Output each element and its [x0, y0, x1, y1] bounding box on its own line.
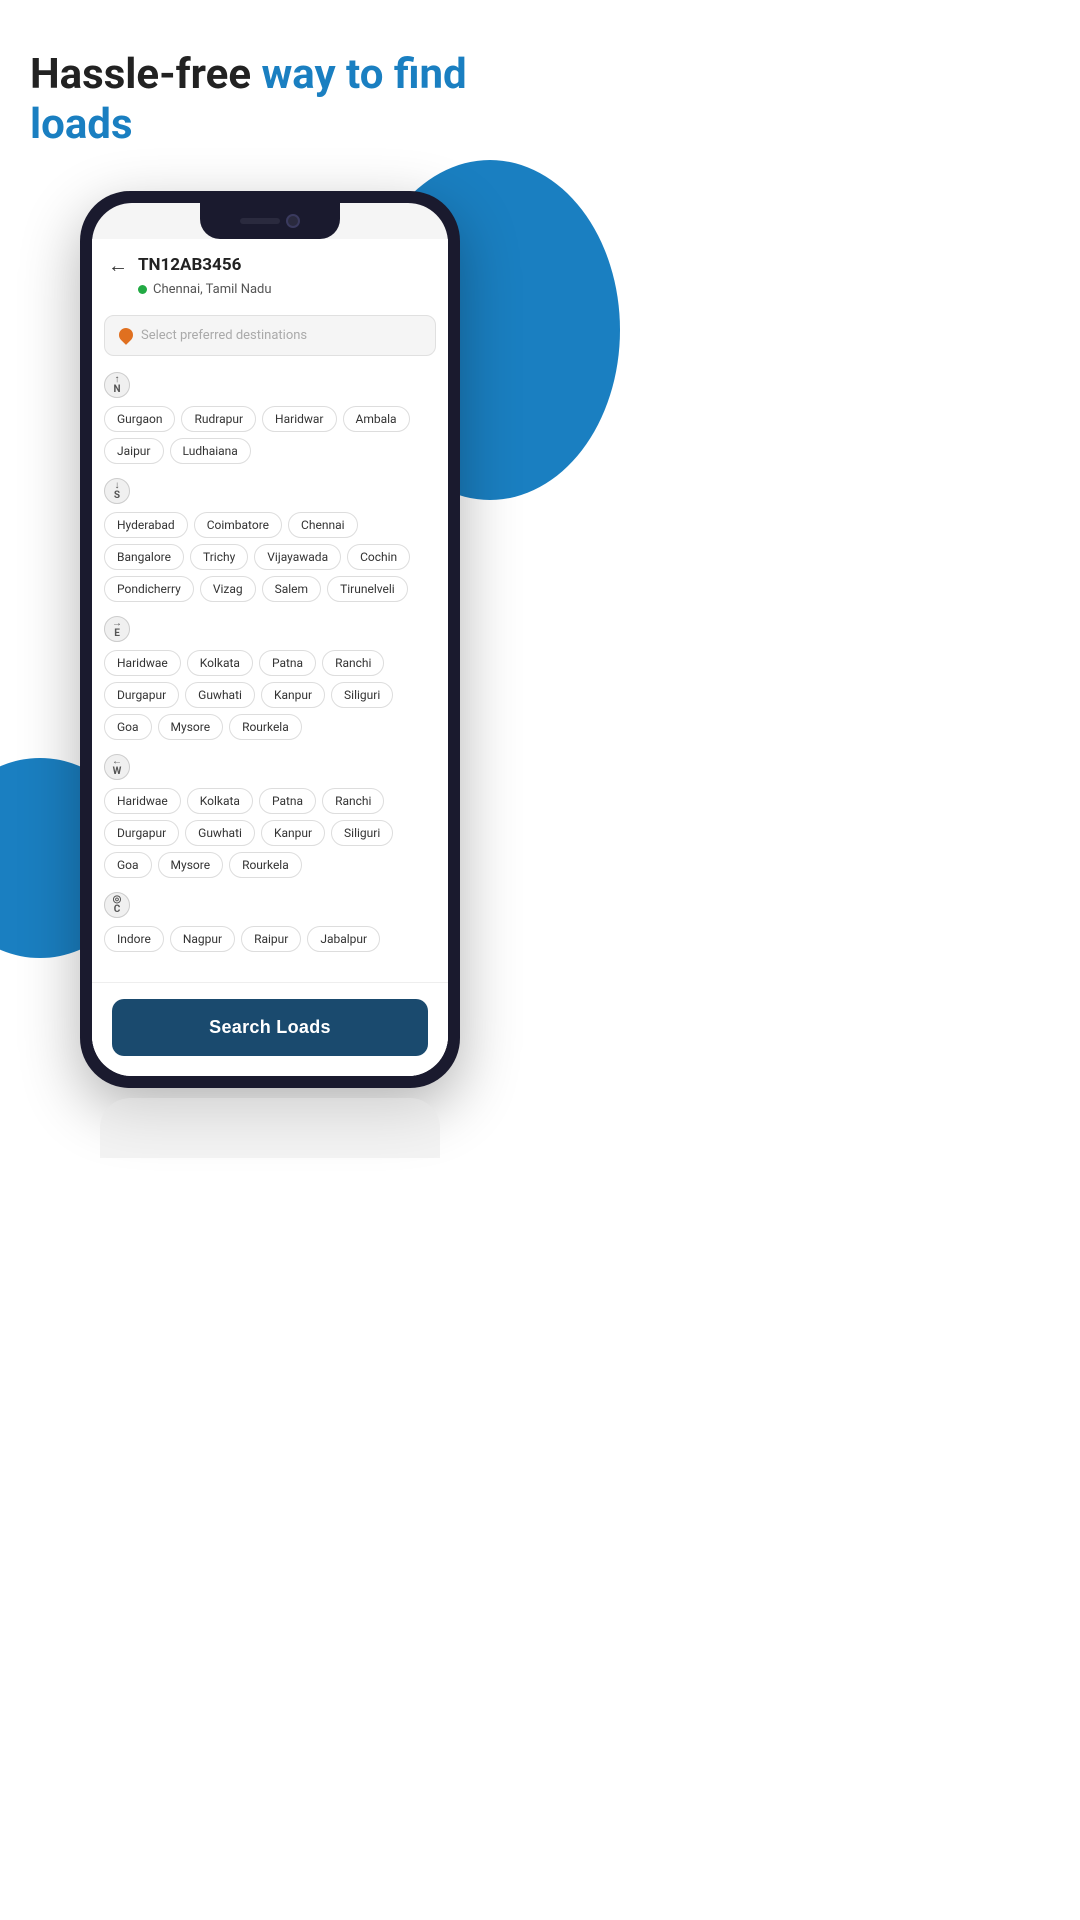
notch-camera: [286, 214, 300, 228]
chip-haridwae-west[interactable]: Haridwae: [104, 788, 181, 814]
second-phone-peek: [100, 1098, 440, 1158]
chip-rourkela-east[interactable]: Rourkela: [229, 714, 302, 740]
chip-kolkata-east[interactable]: Kolkata: [187, 650, 253, 676]
location-row: Chennai, Tamil Nadu: [108, 282, 432, 297]
direction-section-north: ↑ N Gurgaon Rudrapur Haridwar Ambala Jai…: [104, 372, 436, 464]
direction-badge-north: ↑ N: [104, 372, 130, 398]
back-button[interactable]: ←: [108, 253, 128, 278]
hero-heading: Hassle-free way to find loads: [30, 50, 510, 151]
chip-ranchi-east[interactable]: Ranchi: [322, 650, 384, 676]
phone-mockup: ← TN12AB3456 Chennai, Tamil Nadu Select …: [80, 191, 460, 1088]
search-pin-icon: [116, 325, 136, 345]
header-back-row: ← TN12AB3456: [108, 253, 432, 278]
chip-kanpur-west[interactable]: Kanpur: [261, 820, 325, 846]
chip-gurgaon[interactable]: Gurgaon: [104, 406, 175, 432]
chips-row-south: Hyderabad Coimbatore Chennai Bangalore T…: [104, 512, 436, 602]
chip-chennai[interactable]: Chennai: [288, 512, 357, 538]
bottom-action-bar: Search Loads: [92, 982, 448, 1076]
chip-mysore-east[interactable]: Mysore: [158, 714, 224, 740]
chip-cochin[interactable]: Cochin: [347, 544, 410, 570]
app-header: ← TN12AB3456 Chennai, Tamil Nadu: [92, 239, 448, 307]
chip-haridwae-east[interactable]: Haridwae: [104, 650, 181, 676]
direction-badge-south: ↓ S: [104, 478, 130, 504]
phone-notch: [200, 203, 340, 239]
chip-rourkela-west[interactable]: Rourkela: [229, 852, 302, 878]
destinations-container: ↑ N Gurgaon Rudrapur Haridwar Ambala Jai…: [92, 368, 448, 982]
chip-kanpur-east[interactable]: Kanpur: [261, 682, 325, 708]
direction-header-west: ← W: [104, 754, 436, 780]
chip-durgapur-east[interactable]: Durgapur: [104, 682, 179, 708]
search-loads-button[interactable]: Search Loads: [112, 999, 428, 1056]
chip-trichy[interactable]: Trichy: [190, 544, 248, 570]
chip-jaipur[interactable]: Jaipur: [104, 438, 164, 464]
chip-coimbatore[interactable]: Coimbatore: [194, 512, 282, 538]
chip-patna-east[interactable]: Patna: [259, 650, 316, 676]
chip-kolkata-west[interactable]: Kolkata: [187, 788, 253, 814]
chip-salem[interactable]: Salem: [262, 576, 321, 602]
direction-section-west: ← W Haridwae Kolkata Patna Ranchi Durgap…: [104, 754, 436, 878]
direction-section-central: ◎ C Indore Nagpur Raipur Jabalpur: [104, 892, 436, 952]
chip-patna-west[interactable]: Patna: [259, 788, 316, 814]
chip-nagpur[interactable]: Nagpur: [170, 926, 235, 952]
chip-ludhaiana[interactable]: Ludhaiana: [170, 438, 251, 464]
search-placeholder-text: Select preferred destinations: [141, 328, 307, 343]
direction-section-south: ↓ S Hyderabad Coimbatore Chennai Bangalo…: [104, 478, 436, 602]
chip-ranchi-west[interactable]: Ranchi: [322, 788, 384, 814]
direction-header-central: ◎ C: [104, 892, 436, 918]
direction-header-east: → E: [104, 616, 436, 642]
direction-header-north: ↑ N: [104, 372, 436, 398]
chip-goa-west[interactable]: Goa: [104, 852, 152, 878]
chip-siliguri-west[interactable]: Siliguri: [331, 820, 393, 846]
chips-row-central: Indore Nagpur Raipur Jabalpur: [104, 926, 436, 952]
chip-mysore-west[interactable]: Mysore: [158, 852, 224, 878]
chips-row-east: Haridwae Kolkata Patna Ranchi Durgapur G…: [104, 650, 436, 740]
location-text: Chennai, Tamil Nadu: [153, 282, 272, 297]
chip-siliguri-east[interactable]: Siliguri: [331, 682, 393, 708]
chip-haridwar[interactable]: Haridwar: [262, 406, 336, 432]
direction-badge-central: ◎ C: [104, 892, 130, 918]
chip-bangalore[interactable]: Bangalore: [104, 544, 184, 570]
chips-row-west: Haridwae Kolkata Patna Ranchi Durgapur G…: [104, 788, 436, 878]
app-content: ← TN12AB3456 Chennai, Tamil Nadu Select …: [92, 239, 448, 1076]
direction-header-south: ↓ S: [104, 478, 436, 504]
chip-ambala[interactable]: Ambala: [343, 406, 410, 432]
location-dot: [138, 285, 147, 294]
chip-tirunelveli[interactable]: Tirunelveli: [327, 576, 408, 602]
notch-speaker: [240, 218, 280, 224]
direction-section-east: → E Haridwae Kolkata Patna Ranchi Durgap…: [104, 616, 436, 740]
chip-guwhati-east[interactable]: Guwhati: [185, 682, 255, 708]
chip-indore[interactable]: Indore: [104, 926, 164, 952]
hero-prefix: Hassle-free: [30, 50, 261, 99]
chip-hyderabad[interactable]: Hyderabad: [104, 512, 188, 538]
chip-pondicherry[interactable]: Pondicherry: [104, 576, 194, 602]
chip-durgapur-west[interactable]: Durgapur: [104, 820, 179, 846]
chip-raipur[interactable]: Raipur: [241, 926, 301, 952]
chip-jabalpur[interactable]: Jabalpur: [307, 926, 380, 952]
chip-guwhati-west[interactable]: Guwhati: [185, 820, 255, 846]
chips-row-north: Gurgaon Rudrapur Haridwar Ambala Jaipur …: [104, 406, 436, 464]
phone-screen: ← TN12AB3456 Chennai, Tamil Nadu Select …: [92, 203, 448, 1076]
chip-vijayawada[interactable]: Vijayawada: [254, 544, 341, 570]
chip-rudrapur[interactable]: Rudrapur: [181, 406, 256, 432]
destination-search-box[interactable]: Select preferred destinations: [104, 315, 436, 356]
chip-goa-east[interactable]: Goa: [104, 714, 152, 740]
direction-badge-west: ← W: [104, 754, 130, 780]
chip-vizag[interactable]: Vizag: [200, 576, 256, 602]
direction-badge-east: → E: [104, 616, 130, 642]
vehicle-id: TN12AB3456: [138, 255, 241, 275]
